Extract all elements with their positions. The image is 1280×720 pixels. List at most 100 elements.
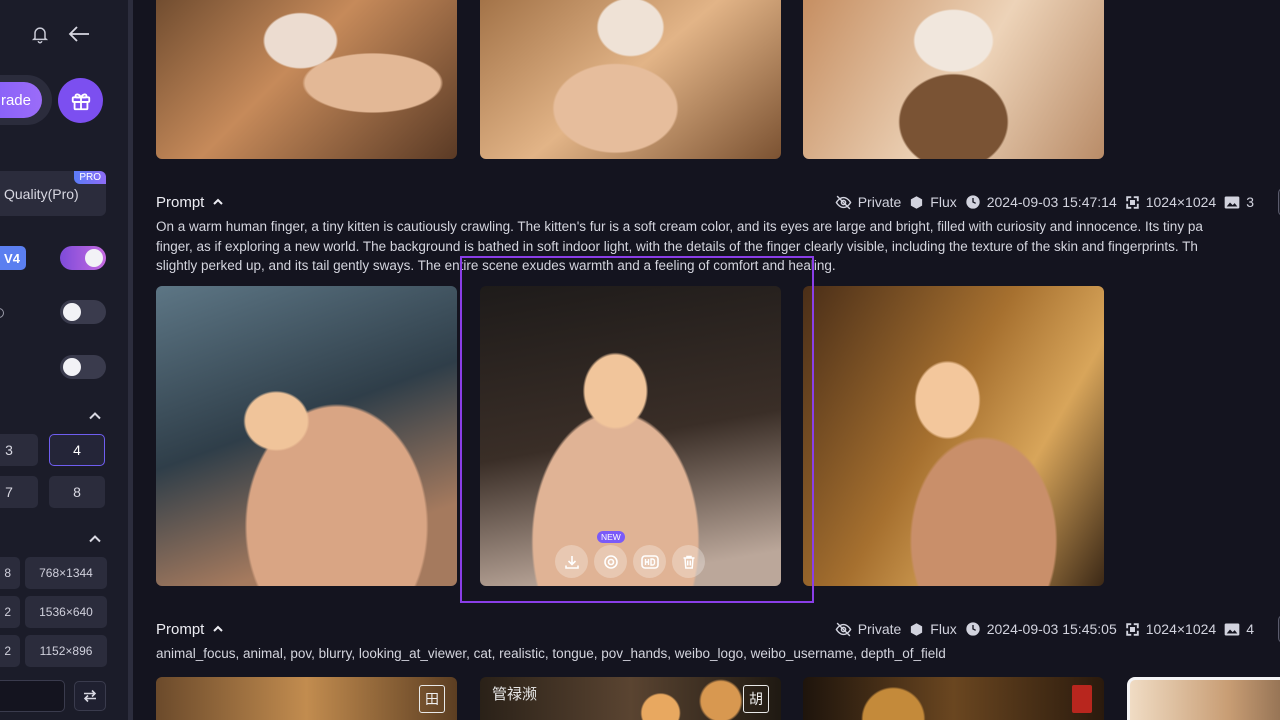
visibility-toggle[interactable]: Private <box>835 621 902 638</box>
resolution-label: 768×1344 <box>39 566 93 580</box>
count-label: 8 <box>73 484 81 500</box>
resolution-option[interactable]: 2 <box>0 596 20 628</box>
chevron-up-icon <box>213 625 224 632</box>
generated-image-selected[interactable] <box>1127 677 1280 720</box>
image-icon <box>1224 196 1240 208</box>
prompt-label: Prompt <box>156 620 205 638</box>
download-icon <box>564 555 579 569</box>
generated-image[interactable]: 管禄濒 胡 <box>480 677 781 720</box>
pro-badge: PRO <box>74 171 106 184</box>
back-button[interactable] <box>66 22 92 46</box>
generated-image[interactable] <box>156 286 457 586</box>
timestamp-label: 2024-09-03 15:45:05 <box>986 621 1117 637</box>
clock-icon <box>966 622 980 636</box>
generated-image[interactable] <box>480 0 781 159</box>
prompt-header: Prompt Private Flux 2024-09-03 15:45:05 … <box>156 615 1280 643</box>
download-button[interactable] <box>555 545 588 578</box>
quality-label: Quality(Pro) <box>4 185 79 202</box>
count-option-7[interactable]: 7 <box>0 476 38 508</box>
hd-upscale-button[interactable] <box>633 545 666 578</box>
count-option-4[interactable]: 4 <box>49 434 105 466</box>
custom-size-input[interactable] <box>0 680 65 712</box>
generated-image[interactable]: 田 <box>156 677 457 720</box>
swap-dimensions-button[interactable] <box>74 681 106 711</box>
count-option-3[interactable]: 3 <box>0 434 38 466</box>
cube-icon <box>911 622 923 636</box>
model-info: Flux <box>909 621 957 637</box>
chevron-up-icon[interactable] <box>88 532 102 546</box>
prompt-line: finger, as if exploring a new world. The… <box>156 238 1198 254</box>
visibility-label: Private <box>857 621 902 637</box>
image-count-label: 4 <box>1246 621 1254 637</box>
count-label: 4 <box>73 442 81 458</box>
toggle-switch-1[interactable] <box>60 246 106 270</box>
resolution-option[interactable]: 1536×640 <box>25 596 107 628</box>
eye-off-icon <box>835 622 852 636</box>
image-icon <box>1224 623 1240 635</box>
cube-icon <box>911 195 923 209</box>
aspect-ratio-icon <box>1125 195 1139 209</box>
resolution-option[interactable]: 768×1344 <box>25 557 107 589</box>
generated-image[interactable] <box>803 0 1104 159</box>
trash-icon <box>683 555 694 569</box>
upgrade-label: rade <box>0 91 31 109</box>
weibo-watermark: 胡 <box>743 685 769 713</box>
image-count-label: 3 <box>1246 194 1254 210</box>
toggle-knob <box>63 358 81 376</box>
quality-selector[interactable]: Quality(Pro) PRO <box>0 171 106 216</box>
prompt-toggle[interactable]: Prompt <box>156 194 224 211</box>
toggle-switch-2[interactable] <box>60 300 106 324</box>
toggle-knob <box>63 303 81 321</box>
variation-button[interactable]: NEW <box>594 531 627 578</box>
visibility-label: Private <box>857 194 902 210</box>
prompt-label: Prompt <box>156 193 205 211</box>
version-badge: V4 <box>0 246 26 270</box>
resolution-option[interactable]: 8 <box>0 557 20 589</box>
generated-image[interactable] <box>803 286 1104 586</box>
resolution-label: 2 <box>4 605 11 619</box>
chevron-up-icon[interactable] <box>88 409 102 423</box>
watermark-text: 胡 <box>749 691 763 707</box>
size-info: 1024×1024 <box>1125 621 1216 637</box>
option-radio-1[interactable] <box>0 308 4 318</box>
notification-button[interactable] <box>28 22 52 46</box>
generated-image[interactable] <box>480 286 781 586</box>
upgrade-button[interactable]: rade <box>0 82 42 118</box>
gift-button[interactable] <box>58 78 103 123</box>
generated-image[interactable] <box>803 677 1104 720</box>
resolution-label: 2 <box>4 644 11 658</box>
prompt-line: slightly perked up, and its tail gently … <box>156 258 836 273</box>
bell-icon <box>31 27 49 44</box>
prompt-line: animal_focus, animal, pov, blurry, looki… <box>156 646 946 661</box>
toggle-switch-3[interactable] <box>60 355 106 379</box>
count-option-8[interactable]: 8 <box>49 476 105 508</box>
image-count-info: 4 <box>1224 621 1254 637</box>
count-label: 7 <box>5 484 13 500</box>
weibo-watermark: 田 <box>419 685 445 713</box>
generated-image[interactable] <box>156 0 457 159</box>
resolution-option[interactable]: 1152×896 <box>25 635 107 667</box>
prompt-header: Prompt Private Flux 2024-09-03 15:47:14 … <box>156 188 1280 216</box>
count-label: 3 <box>5 442 13 458</box>
prompt-toggle[interactable]: Prompt <box>156 621 224 638</box>
chevron-up-icon <box>213 198 224 205</box>
size-label: 1024×1024 <box>1145 194 1217 210</box>
generation-meta: Private Flux 2024-09-03 15:45:05 1024×10… <box>835 618 1254 640</box>
timestamp-info: 2024-09-03 15:47:14 <box>965 194 1117 210</box>
clock-icon <box>966 195 980 209</box>
size-label: 1024×1024 <box>1145 621 1217 637</box>
generation-meta: Private Flux 2024-09-03 15:47:14 1024×10… <box>835 191 1254 213</box>
resolution-label: 8 <box>4 566 11 580</box>
image-actions: NEW <box>555 531 705 578</box>
resolution-label: 1536×640 <box>39 605 93 619</box>
model-label: Flux <box>930 621 957 637</box>
delete-button[interactable] <box>672 545 705 578</box>
watermark-script: 管禄濒 <box>492 685 538 703</box>
resolution-label: 1152×896 <box>39 644 93 658</box>
watermark-text: 田 <box>425 691 439 707</box>
toggle-knob <box>85 249 103 267</box>
timestamp-label: 2024-09-03 15:47:14 <box>986 194 1117 210</box>
resolution-option[interactable]: 2 <box>0 635 20 667</box>
image-count-info: 3 <box>1224 194 1254 210</box>
visibility-toggle[interactable]: Private <box>835 194 902 211</box>
